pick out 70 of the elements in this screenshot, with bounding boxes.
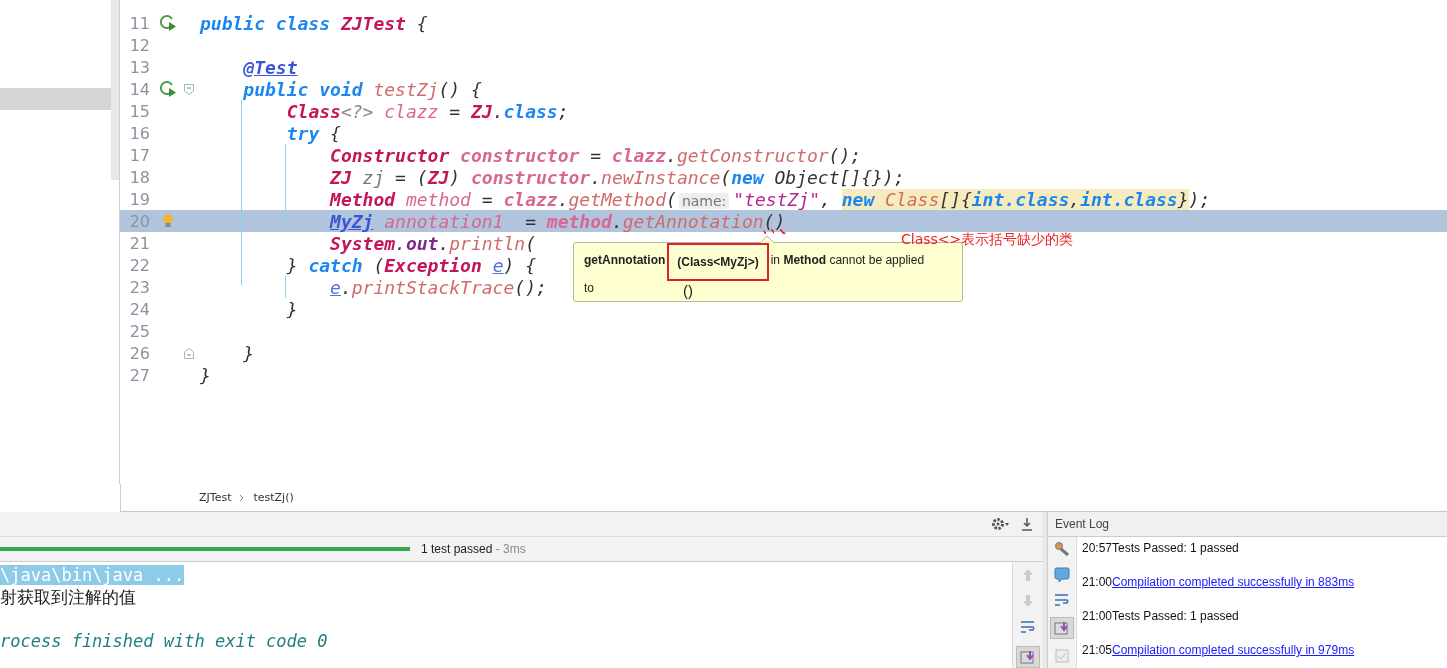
scroll-to-end-button[interactable]	[1016, 646, 1040, 668]
code-line: }	[242, 342, 255, 364]
code-line: Method method = clazz.getMethod( name: "testZj", new Class[]{int.class,int.class});	[328, 188, 1211, 210]
line-number: 14	[128, 79, 151, 99]
code-line: Class<?> clazz = ZJ.class;	[285, 100, 569, 122]
tooltip-message: in Method cannot be applied	[770, 253, 925, 267]
line-number: 11	[128, 13, 151, 33]
line-number: 17	[128, 145, 151, 165]
speech-bubble-icon[interactable]	[1054, 567, 1070, 583]
line-number: 26	[128, 343, 151, 363]
import-icon	[1054, 621, 1070, 635]
code-line: }	[285, 298, 298, 320]
line-number: 25	[128, 321, 151, 341]
event-time: 21:00	[1082, 609, 1113, 623]
tooltip-value: ()	[683, 280, 693, 299]
code-line: public class ZJTest {	[200, 12, 428, 34]
event-link[interactable]: Compilation completed successfully in 883ms	[1112, 575, 1355, 589]
run-icon[interactable]	[159, 80, 177, 98]
console-command: \java\bin\java ...	[0, 565, 185, 585]
download-icon[interactable]	[1021, 517, 1033, 531]
chevron-icon	[239, 493, 246, 502]
fold-icon[interactable]	[184, 83, 194, 95]
settings-icon[interactable]	[991, 517, 1011, 531]
line-number: 22	[128, 255, 151, 275]
code-line: e.printStackTrace();	[329, 276, 547, 298]
line-number: 24	[128, 299, 151, 319]
breadcrumb[interactable]: ZJTest	[199, 491, 232, 505]
fold-icon[interactable]	[184, 347, 194, 359]
code-line: @Test	[242, 56, 298, 78]
panel-title: Event Log	[1055, 517, 1110, 531]
run-icon[interactable]	[159, 14, 177, 32]
code-line: public void testZj() {	[242, 78, 482, 100]
console-exit-message: rocess finished with exit code 0	[0, 630, 329, 652]
code-line: System.out.println(	[329, 232, 536, 254]
code-line: }	[200, 364, 211, 386]
annotation-note: Class<>表示括号缺少的类	[901, 231, 1074, 249]
scroll-to-end-button[interactable]	[1050, 617, 1074, 639]
line-number: 21	[128, 233, 151, 253]
line-number: 12	[128, 35, 151, 55]
breadcrumb[interactable]: testZj()	[253, 491, 294, 505]
highlighted-signature: (Class<MyZj>)	[667, 243, 769, 281]
line-number: 16	[128, 123, 151, 143]
tooltip-method: getAnnotation	[584, 253, 666, 267]
line-number: 15	[128, 101, 151, 121]
event-message: Tests Passed: 1 passed	[1112, 541, 1239, 555]
code-line: try {	[285, 122, 341, 144]
event-time: 21:05	[1082, 643, 1113, 657]
line-number: 18	[128, 167, 151, 187]
line-number: 13	[128, 57, 151, 77]
event-time: 21:00	[1082, 575, 1113, 589]
code-line: Constructor constructor = clazz.getConstructor();	[329, 144, 862, 166]
line-number: 19	[128, 189, 151, 209]
line-number: 27	[128, 365, 151, 385]
lightbulb-icon[interactable]	[162, 213, 174, 229]
scrollbar[interactable]	[111, 0, 119, 180]
test-status: 1 test passed - 3ms	[421, 542, 526, 556]
event-link[interactable]: Compilation completed successfully in 979ms	[1112, 643, 1355, 657]
wrap-icon[interactable]	[1020, 620, 1036, 634]
checkbox-icon[interactable]	[1055, 649, 1069, 663]
code-line: ZJ zj = (ZJ) constructor.newInstance(new Object[]{});	[328, 166, 905, 188]
import-icon	[1020, 650, 1036, 664]
code-line: MyZj annotation1 = method.getAnnotation()	[328, 210, 786, 232]
code-line: } catch (Exception e) {	[285, 254, 536, 276]
event-message: Tests Passed: 1 passed	[1112, 609, 1239, 623]
event-time: 20:57	[1082, 541, 1113, 555]
console-output: 射获取到注解的值	[0, 586, 137, 608]
line-number: 23	[128, 277, 151, 297]
wrap-icon[interactable]	[1054, 593, 1070, 607]
line-number: 20	[128, 211, 151, 231]
tooltip-label: to	[584, 281, 595, 295]
